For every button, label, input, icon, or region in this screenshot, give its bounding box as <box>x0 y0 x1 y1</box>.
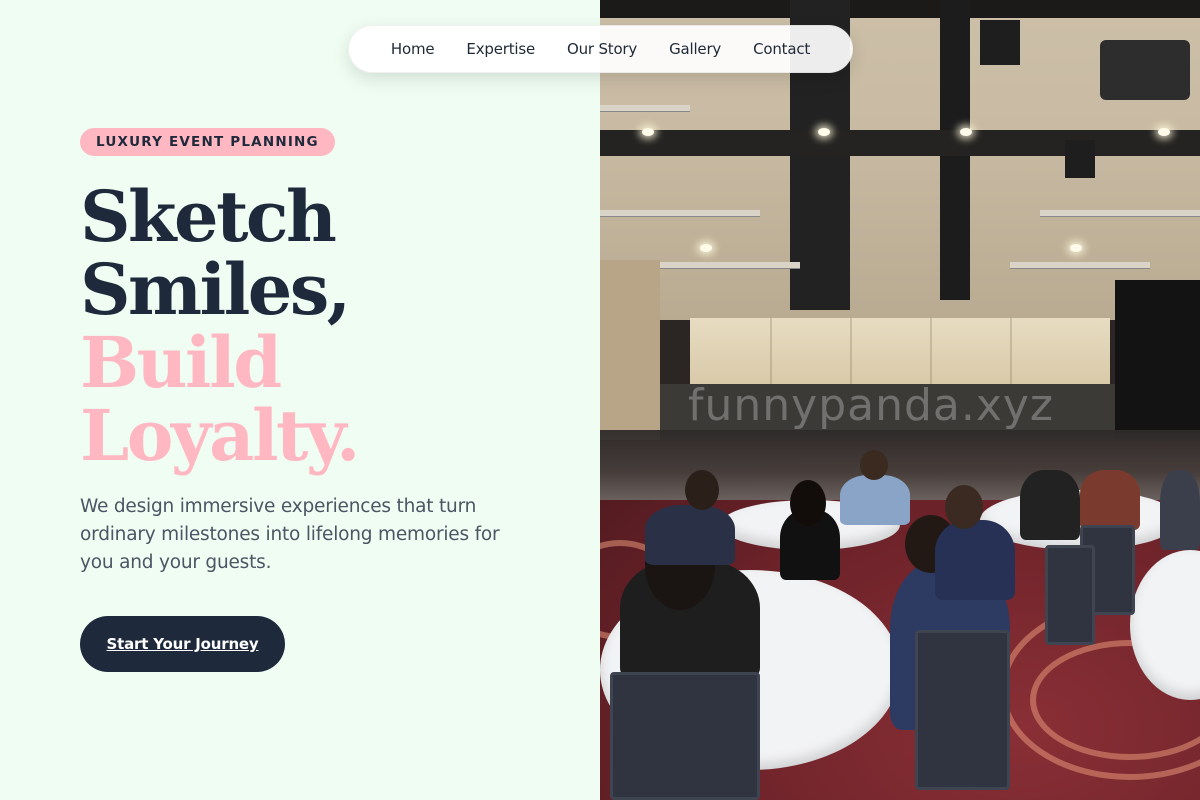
nav-gallery[interactable]: Gallery <box>669 40 721 58</box>
ceiling-beam <box>600 0 1200 18</box>
spotlight <box>1158 128 1170 136</box>
stage-light-rig <box>980 20 1020 65</box>
spotlight <box>642 128 654 136</box>
hero-event-photo: funnypanda.xyz <box>600 0 1200 800</box>
ceiling-light-bar <box>1040 210 1200 216</box>
chair <box>915 630 1010 790</box>
spotlight <box>700 244 712 252</box>
image-watermark: funnypanda.xyz <box>688 380 1055 431</box>
headline-line-4: Loyalty. <box>80 394 360 477</box>
headline-line-3: Build <box>80 321 282 404</box>
headline-line-1: Sketch <box>80 175 337 258</box>
guest <box>935 520 1015 600</box>
spotlight <box>818 128 830 136</box>
nav-our-story[interactable]: Our Story <box>567 40 637 58</box>
wall-panel-seam <box>850 318 852 386</box>
wall-panel-seam <box>930 318 932 386</box>
hero-headline: Sketch Smiles, Build Loyalty. <box>80 175 360 477</box>
guest-head <box>860 450 888 480</box>
guest <box>1080 470 1140 530</box>
ceiling-light-bar <box>600 210 760 216</box>
spotlight <box>960 128 972 136</box>
back-wall <box>690 318 1110 386</box>
guest-head <box>685 470 719 510</box>
start-journey-button[interactable]: Start Your Journey <box>80 616 285 672</box>
chair <box>610 672 760 800</box>
category-badge: LUXURY EVENT PLANNING <box>80 128 335 156</box>
chair <box>1045 545 1095 645</box>
main-navigation: Home Expertise Our Story Gallery Contact <box>348 25 853 73</box>
guest <box>1020 470 1080 540</box>
nav-contact[interactable]: Contact <box>753 40 810 58</box>
badge-label: LUXURY EVENT PLANNING <box>96 134 319 150</box>
headline-line-2: Smiles, <box>80 248 351 331</box>
nav-home[interactable]: Home <box>391 40 435 58</box>
guest-head <box>945 485 983 529</box>
ceiling-light-bar <box>660 262 800 268</box>
guest <box>840 475 910 525</box>
wall-panel-seam <box>770 318 772 386</box>
guest <box>645 505 735 565</box>
ceiling-light-bar <box>1010 262 1150 268</box>
stage-projector <box>1100 40 1190 100</box>
spotlight <box>1070 244 1082 252</box>
ceiling-light-bar <box>600 105 690 111</box>
nav-expertise[interactable]: Expertise <box>466 40 535 58</box>
guest-head <box>790 480 826 526</box>
hero-left-panel: LUXURY EVENT PLANNING Sketch Smiles, Bui… <box>0 0 600 800</box>
guest <box>1160 470 1200 550</box>
hero-description: We design immersive experiences that tur… <box>80 496 500 573</box>
wall-panel-seam <box>1010 318 1012 386</box>
ceiling-beam <box>600 130 1200 156</box>
speaker <box>1065 140 1095 178</box>
